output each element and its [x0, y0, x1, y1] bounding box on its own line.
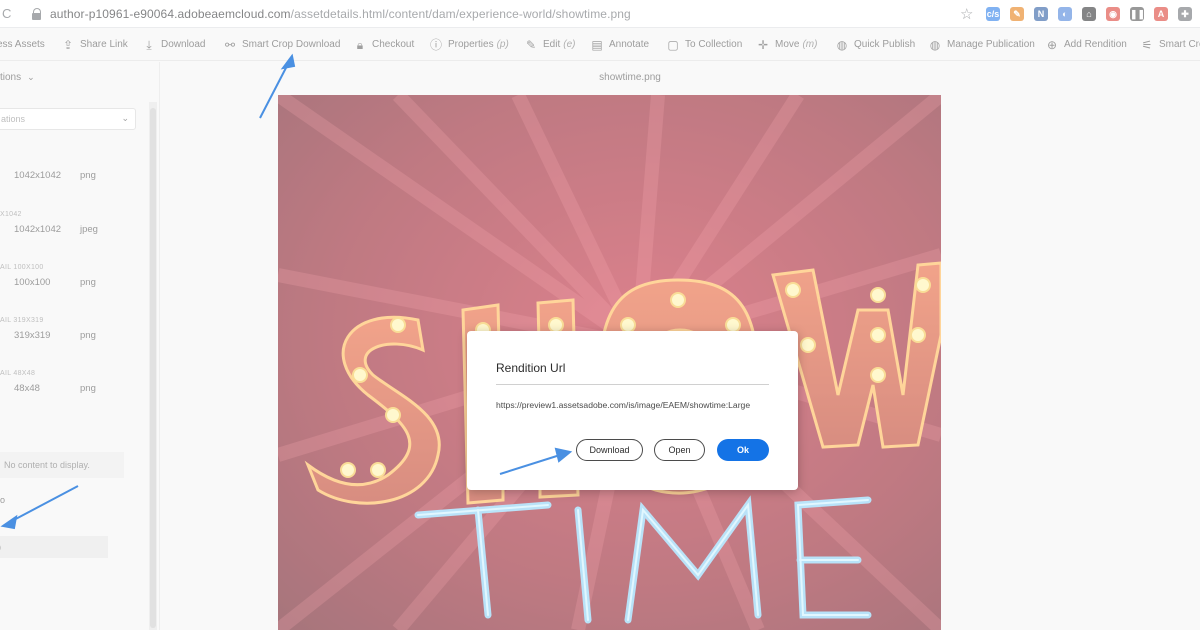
- dialog-title: Rendition Url: [496, 361, 566, 375]
- download-button[interactable]: Download: [576, 439, 643, 461]
- rendition-url-text: https://preview1.assetsadobe.com/is/imag…: [496, 400, 751, 410]
- open-button[interactable]: Open: [654, 439, 705, 461]
- dialog-divider: [496, 384, 769, 385]
- modal-backdrop[interactable]: [0, 0, 1200, 630]
- rendition-url-dialog: Rendition Url https://preview1.assetsado…: [467, 331, 798, 490]
- ok-button[interactable]: Ok: [717, 439, 769, 461]
